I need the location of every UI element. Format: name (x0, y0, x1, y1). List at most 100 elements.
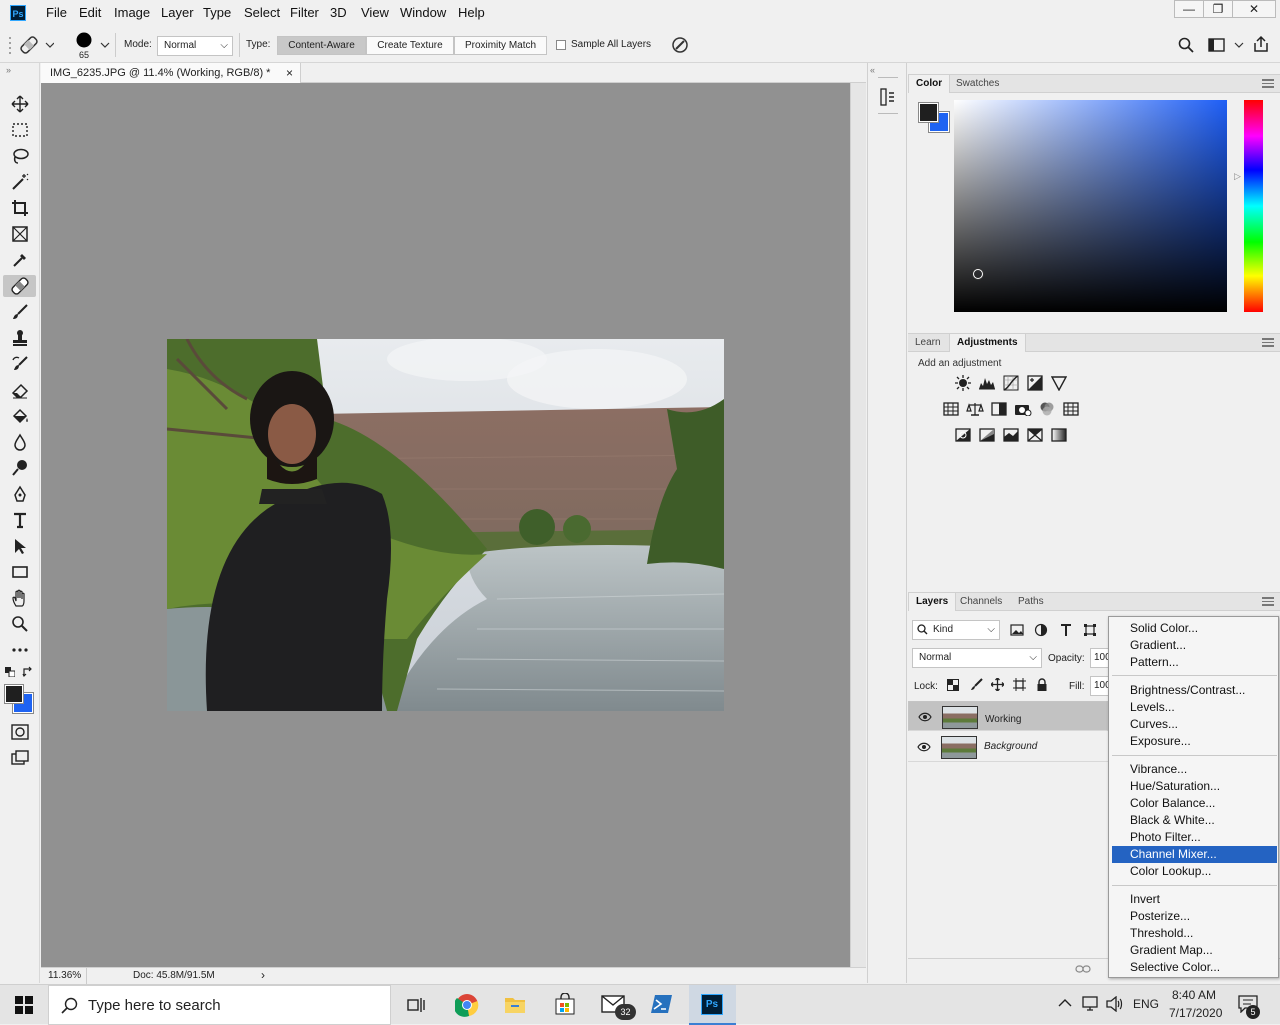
store-icon[interactable] (554, 993, 576, 1015)
lasso-tool-icon[interactable] (8, 145, 32, 167)
menu-file[interactable]: File (46, 5, 67, 20)
menu-item-solid-color[interactable]: Solid Color... (1112, 620, 1277, 637)
document-tab[interactable]: IMG_6235.JPG @ 11.4% (Working, RGB/8) * … (41, 63, 301, 83)
black-white-icon[interactable] (990, 400, 1008, 418)
menu-item-pattern[interactable]: Pattern... (1112, 654, 1277, 671)
eyedropper-tool-icon[interactable] (8, 249, 32, 271)
status-menu-arrow[interactable]: › (261, 968, 265, 982)
foreground-color-chip[interactable] (918, 102, 939, 123)
levels-icon[interactable] (978, 374, 996, 392)
layer-filter-kind[interactable]: Kind ⌵ (912, 620, 1000, 640)
language-indicator[interactable]: ENG (1133, 997, 1159, 1011)
restore-button[interactable]: ❐ (1203, 0, 1233, 18)
layer-row-working[interactable]: Working (908, 701, 1108, 731)
menu-item-black-white[interactable]: Black & White... (1112, 812, 1277, 829)
photo-filter-icon[interactable] (1014, 400, 1032, 418)
filter-type-icon[interactable] (1059, 623, 1073, 637)
posterize-icon[interactable] (978, 426, 996, 444)
close-window-button[interactable]: ✕ (1232, 0, 1276, 18)
marquee-tool-icon[interactable] (8, 119, 32, 141)
paint-bucket-tool-icon[interactable] (8, 405, 32, 427)
clone-stamp-tool-icon[interactable] (8, 327, 32, 349)
taskbar-search[interactable]: Type here to search (48, 985, 391, 1025)
hand-tool-icon[interactable] (8, 587, 32, 609)
layer-name[interactable]: Background (984, 741, 1037, 752)
color-field[interactable] (954, 100, 1227, 312)
menu-item-posterize[interactable]: Posterize... (1112, 908, 1277, 925)
move-tool-icon[interactable] (8, 93, 32, 115)
pressure-size-icon[interactable] (671, 36, 689, 54)
eye-icon[interactable] (917, 742, 931, 752)
menu-item-brightness-contrast[interactable]: Brightness/Contrast... (1112, 682, 1277, 699)
create-texture-button[interactable]: Create Texture (366, 36, 454, 55)
windows-start-icon[interactable] (15, 996, 33, 1014)
screen-mode-icon[interactable] (8, 747, 32, 769)
color-balance-icon[interactable] (966, 400, 984, 418)
tab-adjustments[interactable]: Adjustments (949, 334, 1026, 352)
tab-layers[interactable]: Layers (908, 593, 957, 611)
swap-colors-icon[interactable] (22, 666, 34, 678)
panel-menu-icon[interactable] (1262, 338, 1274, 347)
share-icon[interactable] (1252, 35, 1270, 53)
brush-size-picker[interactable]: 65 (68, 31, 112, 61)
filter-pixel-icon[interactable] (1010, 623, 1024, 637)
sample-all-layers-checkbox[interactable] (556, 40, 566, 50)
tab-learn[interactable]: Learn (908, 334, 948, 352)
rectangle-tool-icon[interactable] (8, 561, 32, 583)
default-colors-icon[interactable] (5, 667, 15, 677)
panel-menu-icon[interactable] (1262, 79, 1274, 88)
lock-artboard-icon[interactable] (1013, 678, 1026, 691)
menu-item-invert[interactable]: Invert (1112, 891, 1277, 908)
threshold-icon[interactable] (1002, 426, 1020, 444)
menu-item-selective-color[interactable]: Selective Color... (1112, 959, 1277, 976)
menu-item-color-balance[interactable]: Color Balance... (1112, 795, 1277, 812)
menu-item-vibrance[interactable]: Vibrance... (1112, 761, 1277, 778)
curves-icon[interactable] (1002, 374, 1020, 392)
brightness-contrast-icon[interactable] (954, 374, 972, 392)
volume-icon[interactable] (1106, 996, 1124, 1012)
filter-shape-icon[interactable] (1083, 623, 1097, 637)
mode-select[interactable]: Normal ⌵ (157, 36, 233, 56)
taskbar-photoshop[interactable]: Ps (689, 985, 736, 1025)
menu-item-threshold[interactable]: Threshold... (1112, 925, 1277, 942)
collapse-icon[interactable]: » (6, 65, 11, 75)
search-icon[interactable] (1178, 37, 1194, 53)
gradient-map-icon[interactable] (1026, 426, 1044, 444)
menu-item-curves[interactable]: Curves... (1112, 716, 1277, 733)
powershell-icon[interactable] (651, 993, 673, 1015)
canvas-area[interactable] (41, 83, 850, 967)
tab-channels[interactable]: Channels (953, 593, 1009, 611)
dodge-tool-icon[interactable] (8, 457, 32, 479)
zoom-tool-icon[interactable] (8, 613, 32, 635)
menu-type[interactable]: Type (203, 5, 231, 20)
spot-healing-brush-tool-icon[interactable] (3, 275, 36, 297)
lock-image-icon[interactable] (970, 678, 983, 691)
lock-position-icon[interactable] (991, 678, 1004, 691)
chevron-up-icon[interactable] (1058, 998, 1072, 1008)
quick-mask-icon[interactable] (8, 721, 32, 743)
menu-item-color-lookup[interactable]: Color Lookup... (1112, 863, 1277, 880)
menu-item-hue-saturation[interactable]: Hue/Saturation... (1112, 778, 1277, 795)
task-view-icon[interactable] (406, 995, 426, 1015)
menu-edit[interactable]: Edit (79, 5, 101, 20)
hue-saturation-icon[interactable] (942, 400, 960, 418)
file-explorer-icon[interactable] (504, 994, 526, 1014)
blend-mode-select[interactable]: Normal ⌵ (912, 648, 1042, 668)
zoom-level[interactable]: 11.36% (48, 970, 81, 981)
menu-filter[interactable]: Filter (290, 5, 319, 20)
hue-slider-handle[interactable]: ▷ (1234, 171, 1241, 182)
menu-item-gradient-map[interactable]: Gradient Map... (1112, 942, 1277, 959)
frame-tool-icon[interactable] (8, 223, 32, 245)
chrome-icon[interactable] (455, 993, 479, 1017)
filter-adjustment-icon[interactable] (1034, 623, 1048, 637)
menu-image[interactable]: Image (114, 5, 150, 20)
eraser-tool-icon[interactable] (8, 379, 32, 401)
document-image[interactable] (167, 339, 724, 711)
menu-help[interactable]: Help (458, 5, 485, 20)
workspace-icon[interactable] (1208, 38, 1244, 52)
vibrance-icon[interactable] (1050, 374, 1068, 392)
layer-name[interactable]: Working (985, 711, 1022, 729)
close-tab-icon[interactable]: × (286, 63, 293, 83)
magic-wand-tool-icon[interactable] (8, 171, 32, 193)
menu-item-photo-filter[interactable]: Photo Filter... (1112, 829, 1277, 846)
